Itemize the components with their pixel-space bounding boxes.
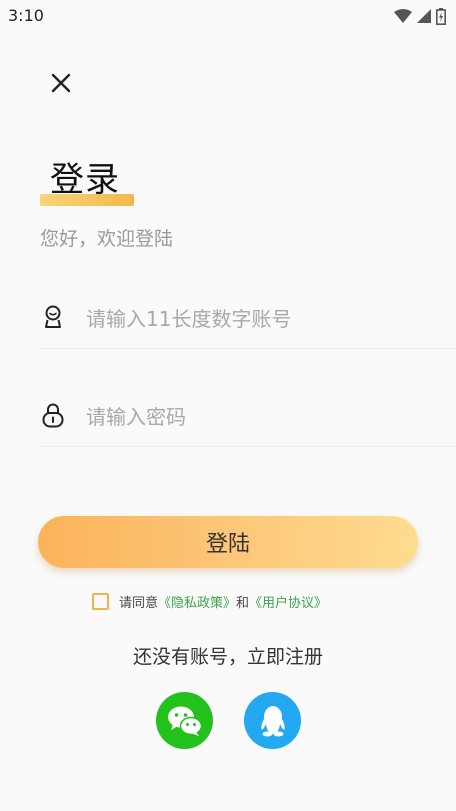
- wechat-login-button[interactable]: [156, 692, 213, 749]
- battery-icon: [436, 7, 446, 25]
- user-icon: [45, 305, 61, 328]
- agreement-prefix: 请同意: [119, 595, 159, 611]
- privacy-policy-link[interactable]: 《隐私政策》: [158, 592, 236, 611]
- qq-login-button[interactable]: [244, 692, 301, 749]
- status-bar: 3:10: [0, 0, 456, 32]
- register-link[interactable]: 还没有账号，立即注册: [0, 642, 456, 669]
- agreement-row: 请同意 《隐私政策》 和 《用户协议》: [92, 590, 327, 612]
- login-button[interactable]: 登陆: [38, 516, 418, 568]
- status-time: 3:10: [8, 6, 44, 25]
- password-field-row: [40, 386, 456, 447]
- agreement-checkbox[interactable]: [92, 592, 109, 610]
- close-icon: [51, 73, 71, 93]
- agreement-and: 和: [236, 595, 250, 611]
- close-button[interactable]: [46, 68, 76, 98]
- account-input[interactable]: [84, 298, 448, 340]
- page-title: 登录: [50, 160, 120, 200]
- lock-icon: [42, 403, 64, 428]
- qq-icon: [260, 705, 285, 736]
- wifi-icon: [394, 9, 412, 23]
- signal-icon: [417, 9, 431, 23]
- wechat-icon: [167, 706, 202, 736]
- account-field-row: [40, 288, 456, 349]
- page-subtitle: 您好，欢迎登陆: [40, 228, 174, 250]
- password-input[interactable]: [84, 396, 448, 438]
- user-agreement-link[interactable]: 《用户协议》: [249, 592, 327, 611]
- title-block: 登录: [40, 152, 140, 208]
- status-icons: [394, 7, 446, 25]
